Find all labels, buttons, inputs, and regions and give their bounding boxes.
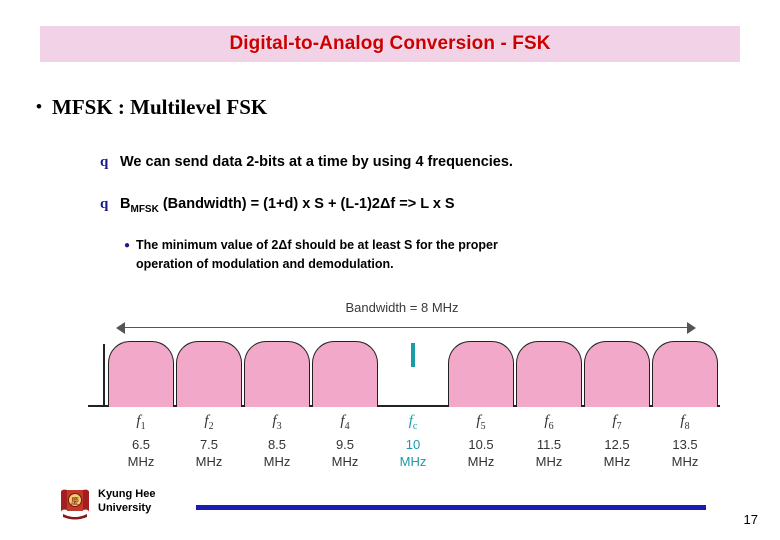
frequency-band: [652, 341, 718, 407]
frequency-label: f8 13.5 MHz: [652, 412, 718, 470]
page-title: Digital-to-Analog Conversion - FSK: [229, 33, 551, 54]
frequency-band: [176, 341, 242, 407]
freq-index: c: [412, 421, 418, 432]
frequency-bands: [108, 341, 720, 407]
svg-text:慶: 慶: [71, 496, 79, 506]
frequency-band: [244, 341, 310, 407]
freq-index: 5: [480, 421, 486, 432]
bullet-level1: • MFSK : Multilevel FSK: [30, 94, 750, 120]
frequency-value: 13.5: [672, 437, 698, 452]
frequency-value: 9.5: [335, 437, 355, 452]
frequency-symbol: f5: [448, 412, 514, 436]
bullet-level3-line2: operation of modulation and demodulation…: [136, 257, 394, 271]
frequency-symbol: f6: [516, 412, 582, 436]
frequency-unit: MHz: [671, 454, 699, 469]
bandwidth-subscript: MFSK: [130, 203, 159, 215]
frequency-symbol: f4: [312, 412, 378, 436]
frequency-band: [584, 341, 650, 407]
footer-org-line2: University: [98, 502, 152, 514]
freq-index: 4: [344, 421, 350, 432]
bandwidth-label: Bandwidth = 8 MHz: [345, 300, 459, 315]
bullet-level3-text: The minimum value of 2Δf should be at le…: [136, 236, 498, 274]
frequency-symbol: f8: [652, 412, 718, 436]
sub-bullet-marker-icon: ●: [124, 240, 131, 251]
bandwidth-formula: (Bandwidth) = (1+d) x S + (L-1)2Δf => L …: [158, 196, 455, 212]
arrow-line: [124, 327, 688, 328]
frequency-unit: MHz: [127, 454, 155, 469]
frequency-value: 10: [405, 437, 421, 452]
frequency-label: f1 6.5 MHz: [108, 412, 174, 470]
frequency-unit: MHz: [535, 454, 563, 469]
frequency-value: 12.5: [604, 437, 630, 452]
bullet-level3-line1: The minimum value of 2Δf should be at le…: [136, 238, 498, 252]
frequency-label: f2 7.5 MHz: [176, 412, 242, 470]
frequency-label: f6 11.5 MHz: [516, 412, 582, 470]
frequency-value: 10.5: [468, 437, 494, 452]
university-logo-icon: 慶: [58, 488, 92, 520]
bullet-level2-first: q We can send data 2-bits at a time by u…: [100, 152, 740, 172]
bullet-level2-second-text: BMFSK (Bandwidth) = (1+d) x S + (L-1)2Δf…: [120, 194, 455, 220]
frequency-label: f3 8.5 MHz: [244, 412, 310, 470]
figure-vertical-axis: [103, 344, 105, 407]
frequency-labels: f1 6.5 MHz f2 7.5 MHz f3 8.5 MHz f4 9.5 …: [108, 412, 720, 474]
carrier-frequency-marker: [411, 343, 415, 367]
arrow-right-head-icon: [687, 322, 696, 334]
slide: Digital-to-Analog Conversion - FSK • MFS…: [0, 0, 780, 540]
frequency-symbol: fc: [380, 412, 446, 436]
bullet-level2-first-text: We can send data 2-bits at a time by usi…: [120, 154, 513, 170]
frequency-unit: MHz: [195, 454, 223, 469]
frequency-value: 11.5: [536, 437, 562, 452]
frequency-symbol: f3: [244, 412, 310, 436]
footer-org-line1: Kyung Hee: [98, 488, 156, 500]
bullet-marker-icon: •: [36, 97, 42, 116]
bullet-level3: ● The minimum value of 2Δf should be at …: [124, 236, 724, 274]
frequency-value: 7.5: [199, 437, 219, 452]
frequency-band: [312, 341, 378, 407]
frequency-value: 8.5: [267, 437, 287, 452]
frequency-unit: MHz: [467, 454, 495, 469]
freq-index: 3: [276, 421, 282, 432]
frequency-band: [108, 341, 174, 407]
frequency-unit: MHz: [603, 454, 631, 469]
frequency-band: [448, 341, 514, 407]
freq-index: 1: [140, 421, 146, 432]
bandwidth-arrow: [116, 322, 696, 334]
slide-title-bar: Digital-to-Analog Conversion - FSK: [40, 26, 740, 62]
frequency-unit: MHz: [263, 454, 291, 469]
frequency-label: f5 10.5 MHz: [448, 412, 514, 470]
frequency-band: [516, 341, 582, 407]
bandwidth-symbol: B: [120, 196, 131, 212]
freq-index: 8: [684, 421, 690, 432]
frequency-label: f4 9.5 MHz: [312, 412, 378, 470]
bullet-level1-text: MFSK : Multilevel FSK: [52, 95, 268, 119]
q-marker-icon: q: [100, 196, 109, 212]
frequency-unit: MHz: [399, 454, 427, 469]
arrow-left-head-icon: [116, 322, 125, 334]
page-number: 17: [743, 512, 758, 527]
frequency-unit: MHz: [331, 454, 359, 469]
frequency-symbol: f7: [584, 412, 650, 436]
q-marker-icon: q: [100, 154, 109, 170]
frequency-symbol: f1: [108, 412, 174, 436]
footer-organization: Kyung Hee University: [98, 487, 155, 515]
bullet-level2-second: q BMFSK (Bandwidth) = (1+d) x S + (L-1)2…: [100, 194, 740, 220]
frequency-symbol: f2: [176, 412, 242, 436]
frequency-label: f7 12.5 MHz: [584, 412, 650, 470]
frequency-value: 6.5: [131, 437, 151, 452]
freq-index: 7: [616, 421, 622, 432]
freq-index: 2: [208, 421, 214, 432]
carrier-frequency-label: fc 10 MHz: [380, 412, 446, 470]
footer-rule: [196, 505, 706, 510]
fsk-spectrum-figure: Bandwidth = 8 MHz f1 6.5 MHz f2 7.5 MHz …: [78, 296, 726, 478]
freq-index: 6: [548, 421, 554, 432]
